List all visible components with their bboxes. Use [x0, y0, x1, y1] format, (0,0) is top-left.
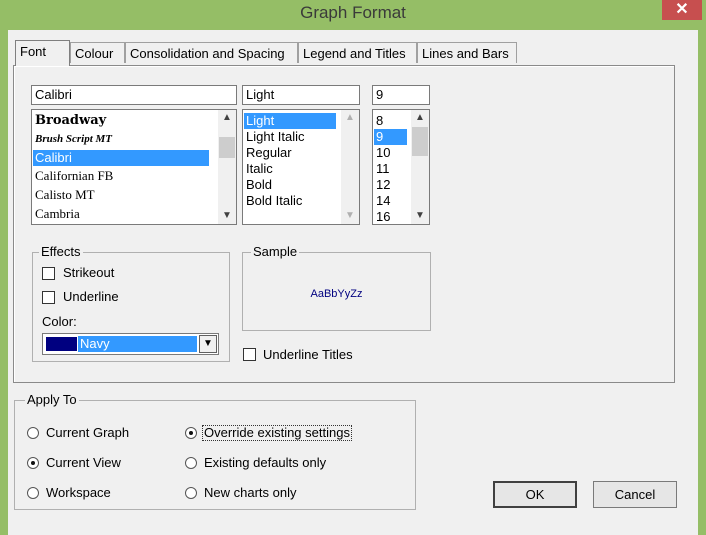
size-list-item-selected[interactable]: 9	[374, 129, 407, 145]
color-swatch	[46, 337, 77, 351]
font-style-list[interactable]: Light Light Italic Regular Italic Bold B…	[242, 109, 360, 225]
window-title: Graph Format	[300, 3, 406, 22]
underline-titles-checkbox[interactable]	[243, 348, 256, 361]
font-tab-panel: Calibri Broadway Brush Script MT Calibri…	[13, 65, 675, 383]
color-select[interactable]: Navy ▼	[42, 333, 219, 355]
radio-selected-dot	[189, 431, 193, 435]
tab-consolidation-and-spacing[interactable]: Consolidation and Spacing	[125, 42, 298, 63]
dialog-client: Font Colour Consolidation and Spacing Le…	[8, 30, 698, 535]
current-graph-radio[interactable]	[27, 427, 39, 439]
font-name-input[interactable]: Calibri	[31, 85, 237, 105]
current-graph-label: Current Graph	[46, 425, 130, 440]
color-label: Color:	[42, 314, 77, 329]
underline-titles-label: Underline Titles	[263, 347, 353, 362]
font-name-scrollbar[interactable]: ▲ ▼	[218, 110, 236, 224]
font-style-scrollbar[interactable]: ▲ ▼	[341, 110, 359, 224]
sample-label: Sample	[251, 244, 300, 259]
new-charts-radio[interactable]	[185, 487, 197, 499]
size-list-item[interactable]: 8	[374, 113, 383, 129]
sample-text: AaBbYyZz	[310, 288, 363, 300]
ok-button[interactable]: OK	[493, 481, 577, 508]
font-list-item[interactable]: Brush Script MT	[33, 131, 112, 147]
close-icon: ✕	[675, 1, 689, 18]
color-select-value: Navy	[78, 336, 197, 352]
style-list-item[interactable]: Bold Italic	[244, 193, 302, 209]
size-list-item[interactable]: 12	[374, 177, 390, 193]
font-list-item[interactable]: Broadway	[33, 113, 106, 129]
font-size-list[interactable]: 8 9 10 11 12 14 16 ▲ ▼	[372, 109, 430, 225]
font-list-item[interactable]: Calisto MT	[33, 187, 95, 203]
tab-lines-and-bars[interactable]: Lines and Bars	[417, 42, 517, 63]
tab-font[interactable]: Font	[15, 40, 70, 66]
scroll-up-icon[interactable]: ▲	[341, 110, 359, 126]
strikeout-checkbox[interactable]	[42, 267, 55, 280]
scroll-up-icon[interactable]: ▲	[218, 110, 236, 126]
font-style-input[interactable]: Light	[242, 85, 360, 105]
tab-lines-label: Lines and Bars	[422, 46, 509, 61]
tab-consolidation-label: Consolidation and Spacing	[130, 46, 285, 61]
current-view-label: Current View	[46, 455, 121, 470]
style-list-item[interactable]: Regular	[244, 145, 292, 161]
style-list-item[interactable]: Light Italic	[244, 129, 305, 145]
font-list-item-selected[interactable]: Calibri	[33, 150, 209, 166]
current-view-radio[interactable]	[27, 457, 39, 469]
style-list-item[interactable]: Bold	[244, 177, 272, 193]
scroll-down-icon[interactable]: ▼	[218, 208, 236, 224]
font-size-scrollbar[interactable]: ▲ ▼	[411, 110, 429, 224]
existing-defaults-label: Existing defaults only	[204, 455, 327, 470]
font-list-item[interactable]: Cambria	[33, 206, 80, 222]
effects-label: Effects	[39, 244, 83, 259]
scroll-thumb[interactable]	[219, 137, 235, 158]
strikeout-label: Strikeout	[63, 265, 115, 280]
apply-to-label: Apply To	[25, 392, 79, 407]
tab-legend-label: Legend and Titles	[303, 46, 406, 61]
new-charts-label: New charts only	[204, 485, 297, 500]
size-list-item[interactable]: 11	[374, 161, 390, 177]
size-list-item[interactable]: 14	[374, 193, 390, 209]
font-list-item[interactable]: Californian FB	[33, 168, 113, 184]
scroll-down-icon[interactable]: ▼	[341, 208, 359, 224]
style-list-item[interactable]: Italic	[244, 161, 273, 177]
chevron-down-icon[interactable]: ▼	[199, 335, 217, 353]
override-existing-label: Override existing settings	[202, 425, 352, 441]
override-existing-radio[interactable]	[185, 427, 197, 439]
scroll-up-icon[interactable]: ▲	[411, 110, 429, 126]
font-size-input[interactable]: 9	[372, 85, 430, 105]
underline-label: Underline	[63, 289, 119, 304]
workspace-label: Workspace	[46, 485, 111, 500]
cancel-button[interactable]: Cancel	[593, 481, 677, 508]
existing-defaults-radio[interactable]	[185, 457, 197, 469]
style-list-item-selected[interactable]: Light	[244, 113, 336, 129]
tab-font-label: Font	[20, 44, 47, 59]
tab-colour-label: Colour	[75, 46, 114, 61]
close-button[interactable]: ✕	[662, 0, 702, 20]
tab-colour[interactable]: Colour	[70, 42, 125, 63]
radio-selected-dot	[31, 461, 35, 465]
underline-checkbox[interactable]	[42, 291, 55, 304]
tab-legend-and-titles[interactable]: Legend and Titles	[298, 42, 417, 63]
scroll-down-icon[interactable]: ▼	[411, 208, 429, 224]
font-name-list[interactable]: Broadway Brush Script MT Calibri Califor…	[31, 109, 237, 225]
size-list-item[interactable]: 10	[374, 145, 390, 161]
workspace-radio[interactable]	[27, 487, 39, 499]
scroll-thumb[interactable]	[412, 127, 428, 156]
size-list-item[interactable]: 16	[374, 209, 390, 224]
title-bar[interactable]: Graph Format ✕	[0, 0, 706, 30]
